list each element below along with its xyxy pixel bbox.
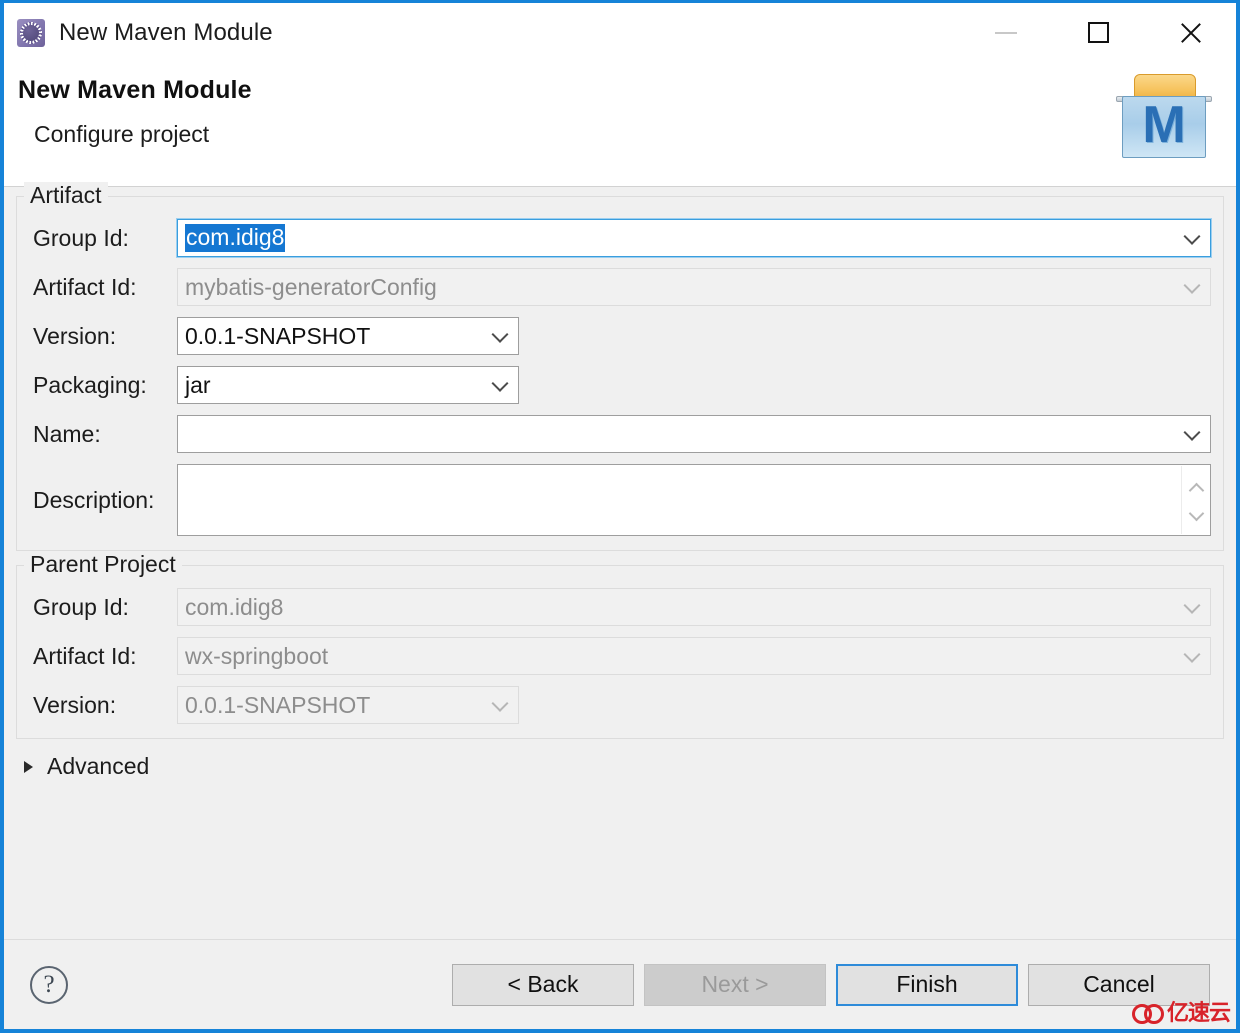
row-artifact-artifact-id: Artifact Id: mybatis-generatorConfig [29,268,1211,306]
row-artifact-name: Name: [29,415,1211,453]
row-parent-group-id: Group Id: com.idig8 [29,588,1211,626]
finish-button[interactable]: Finish [836,963,1018,1006]
page-title: New Maven Module [18,76,252,104]
chevron-down-icon [492,695,508,711]
input-artifact-artifact-id[interactable]: mybatis-generatorConfig [177,268,1211,306]
row-artifact-group-id: Group Id: com.idig8 [29,218,1212,258]
artifact-group: Artifact Group Id: com.idig8 Artifact Id… [16,182,1224,551]
row-parent-artifact-id: Artifact Id: wx-springboot [29,637,1211,675]
minimize-icon [995,31,1017,34]
window-title: New Maven Module [59,18,273,46]
title-bar: New Maven Module [4,3,1236,62]
parent-project-group-legend: Parent Project [24,551,182,578]
label-parent-version: Version: [33,691,117,718]
back-button[interactable]: < Back [452,963,634,1006]
input-artifact-version[interactable]: 0.0.1-SNAPSHOT [177,317,519,355]
label-artifact-description: Description: [33,486,155,513]
chevron-down-icon [1184,277,1200,293]
maven-module-icon [17,18,45,47]
wizard-body: Artifact Group Id: com.idig8 Artifact Id… [4,182,1236,939]
advanced-toggle[interactable]: Advanced [16,753,1224,780]
maven-logo-letter: M [1142,96,1186,154]
input-parent-group-id-value: com.idig8 [185,593,284,620]
row-artifact-description: Description: [29,464,1211,536]
label-artifact-packaging: Packaging: [33,371,147,398]
watermark: 亿速云 [1131,995,1231,1027]
chevron-down-icon [1184,597,1200,613]
maximize-button[interactable] [1052,3,1144,62]
input-parent-artifact-id-value: wx-springboot [185,642,329,669]
input-parent-group-id[interactable]: com.idig8 [177,588,1211,626]
input-artifact-group-id-value: com.idig8 [185,224,286,252]
input-artifact-version-value: 0.0.1-SNAPSHOT [185,322,371,349]
label-parent-artifact-id: Artifact Id: [33,642,137,669]
chevron-down-icon[interactable] [492,326,508,342]
maven-logo-icon: M [1114,70,1214,162]
label-parent-group-id: Group Id: [33,593,129,620]
window-controls [960,3,1236,62]
chevron-down-icon[interactable] [1189,508,1203,520]
chevron-down-icon[interactable] [492,375,508,391]
dialog-window: New Maven Module New Maven Module Config… [0,0,1240,1033]
label-artifact-name: Name: [33,420,101,447]
page-subtitle: Configure project [34,121,210,147]
label-artifact-group-id: Group Id: [33,224,129,251]
chevron-up-icon[interactable] [1189,480,1203,492]
input-artifact-artifact-id-value: mybatis-generatorConfig [185,273,437,300]
input-artifact-packaging[interactable]: jar [177,366,519,404]
wizard-header: New Maven Module Configure project M [4,62,1236,187]
row-parent-version: Version: 0.0.1-SNAPSHOT [29,686,1211,724]
advanced-label: Advanced [47,753,150,779]
maximize-icon [1087,22,1109,43]
help-question-icon[interactable]: ? [30,965,68,1004]
label-artifact-version: Version: [33,322,117,349]
wizard-button-bar: < Back Next > Finish Cancel [452,963,1210,1006]
chevron-down-icon[interactable] [1184,424,1200,440]
cloud-logo-icon [1131,1001,1164,1024]
input-parent-version-value: 0.0.1-SNAPSHOT [185,691,371,718]
input-artifact-description[interactable] [177,464,1211,536]
input-artifact-group-id[interactable]: com.idig8 [176,218,1212,258]
input-artifact-name[interactable] [177,415,1211,453]
artifact-group-legend: Artifact [24,182,108,209]
label-artifact-artifact-id: Artifact Id: [33,273,137,300]
input-parent-artifact-id[interactable]: wx-springboot [177,637,1211,675]
close-button[interactable] [1144,3,1236,62]
row-artifact-packaging: Packaging: jar [29,366,1211,404]
next-button: Next > [644,963,826,1006]
chevron-down-icon [1184,646,1200,662]
maven-logo-box: M [1122,96,1206,158]
parent-project-group: Parent Project Group Id: com.idig8 Artif… [16,551,1224,739]
description-scroll-arrows[interactable] [1181,466,1209,534]
input-artifact-packaging-value: jar [185,371,211,398]
row-artifact-version: Version: 0.0.1-SNAPSHOT [29,317,1211,355]
footer-bar: ? < Back Next > Finish Cancel 亿速云 [4,939,1236,1029]
watermark-text: 亿速云 [1166,1001,1231,1026]
chevron-down-icon[interactable] [1184,228,1200,244]
close-icon [1178,21,1202,45]
triangle-right-icon[interactable] [24,760,33,773]
minimize-button[interactable] [960,3,1052,62]
input-parent-version[interactable]: 0.0.1-SNAPSHOT [177,686,519,724]
